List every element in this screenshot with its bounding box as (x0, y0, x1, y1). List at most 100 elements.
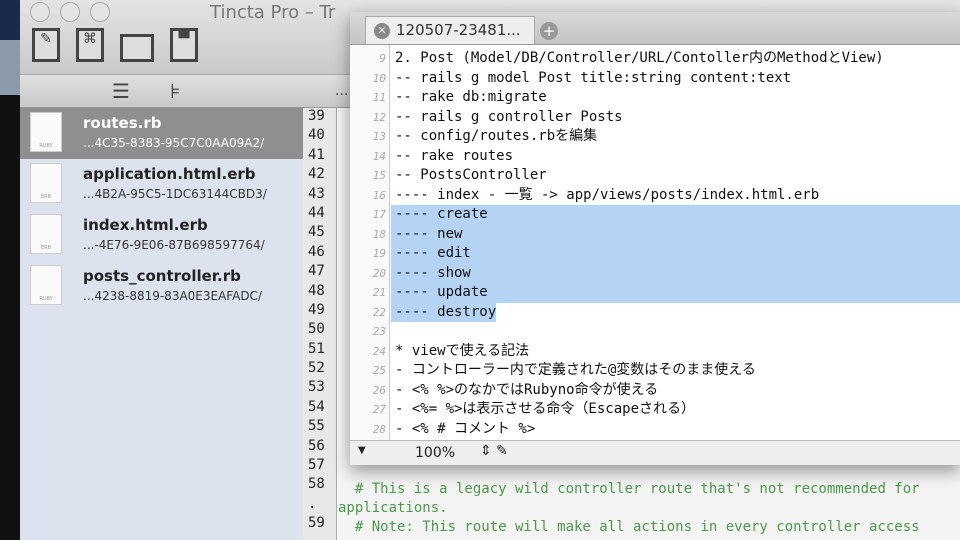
erb-file-icon: ERB (30, 163, 62, 203)
editor-line: 18 ---- new (350, 224, 960, 244)
ruby-file-icon: RUBY (30, 265, 62, 305)
line-number: 53 (308, 379, 325, 396)
editor-line: 28 - <% # コメント %> (350, 420, 960, 440)
file-item[interactable]: ERB index.html.erb ...-4E76-9E06-87B698597… (20, 210, 303, 261)
close-button[interactable] (30, 2, 50, 22)
editor-line: 10 -- rails g model Post title:string con… (350, 69, 960, 89)
line-number: 45 (308, 224, 325, 241)
background-code[interactable]: # This is a legacy wild controller route… (338, 480, 920, 537)
code-line: applications. (338, 500, 448, 516)
line-number: 24 (372, 344, 386, 358)
file-item[interactable]: RUBY posts_controller.rb ...4238-8819-83A0… (20, 261, 303, 312)
editor-line: 12 -- rails g controller Posts (350, 108, 960, 128)
text-editor[interactable]: 9 2. Post (Model/DB/Controller/URL/Contol… (350, 45, 960, 440)
background-line-gutter: 39 40 41 42 43 44 45 46 47 48 49 50 51 52 53 54 55 56 57 58… (303, 108, 337, 540)
line-text: ---- create (391, 205, 960, 225)
line-number: 54 (308, 398, 325, 415)
zoom-level[interactable]: 100% (415, 445, 455, 461)
line-number: 48 (308, 282, 325, 299)
line-number: 43 (308, 185, 325, 202)
file-list: RUBY routes.rb ...4C35-8383-95C7C0AA09A2/ … (20, 108, 303, 540)
line-number: 21 (372, 286, 386, 299)
more-indicator: ... (335, 83, 349, 99)
file-item[interactable]: ERB application.html.erb ...4B2A-95C5-1DC6… (20, 159, 303, 210)
line-text: ---- edit (391, 244, 960, 264)
line-number: 51 (308, 340, 325, 357)
open-folder-icon[interactable] (120, 34, 154, 62)
line-number: 20 (372, 266, 386, 280)
line-number: 13 (372, 130, 386, 143)
zoom-stepper-pencil-icon[interactable]: ⇕ ✎ (480, 443, 508, 459)
new-document-icon[interactable]: ✎ (32, 28, 60, 62)
line-number: 12 (372, 110, 386, 124)
line-number: 40 (308, 127, 325, 144)
line-text: - <% # コメント %> (395, 420, 536, 437)
front-editor-window: ✕ 120507-23481... + 9 2. Post (Model/DB/Co… (350, 12, 960, 465)
line-number: 27 (372, 403, 386, 416)
status-bar: ▼ 100% ⇕ ✎ (350, 440, 960, 465)
file-path: ...-4E76-9E06-87B698597764/ (83, 238, 265, 252)
line-text: 2. Post (Model/DB/Controller/URL/Contoll… (395, 50, 884, 66)
line-number: 25 (372, 364, 386, 377)
file-name: index.html.erb (83, 216, 208, 234)
editor-line: 15 -- PostsController (350, 166, 960, 186)
sidebar-header: ☰ ⊧ ... (20, 75, 350, 108)
add-tab-icon[interactable]: + (540, 22, 558, 40)
line-number: 50 (308, 321, 325, 338)
line-number: 57 (308, 457, 325, 474)
line-text: ---- index - 一覧 -> app/views/posts/index… (395, 186, 820, 203)
code-line: # This is a legacy wild controller route… (338, 481, 920, 497)
line-number: 10 (372, 71, 386, 85)
editor-line: 17 ---- create (350, 205, 960, 225)
line-text: - <% %>のなかではRubyno命令が使える (395, 381, 659, 398)
zoom-button[interactable] (90, 2, 110, 22)
editor-line: 14 -- rake routes (350, 147, 960, 167)
line-text: ---- show (391, 263, 960, 283)
new-document-cmd-icon[interactable]: ⌘ (76, 28, 104, 62)
document-tab[interactable]: ✕ 120507-23481... (365, 16, 535, 44)
close-tab-icon[interactable]: ✕ (374, 23, 390, 39)
line-number: 39 (308, 108, 325, 124)
tree-view-icon[interactable]: ⊧ (170, 79, 180, 103)
list-view-icon[interactable]: ☰ (112, 79, 130, 103)
editor-line: 19 ---- edit (350, 244, 960, 264)
line-number: 52 (308, 360, 325, 377)
dropdown-arrow-icon[interactable]: ▼ (358, 445, 366, 456)
window-title: Tincta Pro – Tr (210, 2, 336, 23)
line-number: 59 (308, 515, 325, 532)
editor-line: 16 ---- index - 一覧 -> app/views/posts/ind… (350, 186, 960, 206)
line-number: 16 (372, 188, 386, 202)
minimize-button[interactable] (60, 2, 80, 22)
save-icon[interactable]: ▀ (170, 28, 198, 62)
file-path: ...4C35-8383-95C7C0AA09A2/ (83, 136, 265, 150)
editor-line: 26 - <% %>のなかではRubyno命令が使える (350, 381, 960, 401)
line-number: . (308, 495, 317, 512)
editor-line: 22 ---- destroy (350, 302, 960, 322)
line-number: 46 (308, 243, 325, 260)
line-text: - <%= %>は表示させる命令（Escapeされる） (395, 401, 696, 417)
editor-line: 24 * viewで使える記法 (350, 342, 960, 362)
tab-bar: ✕ 120507-23481... + (350, 12, 960, 45)
editor-line: 11 -- rake db:migrate (350, 88, 960, 108)
line-text: -- PostsController (395, 167, 547, 183)
line-text: -- config/routes.rbを編集 (395, 128, 598, 144)
line-number: 56 (308, 437, 325, 454)
line-number: 23 (372, 325, 386, 338)
line-number: 49 (308, 301, 325, 318)
line-text: -- rake routes (395, 147, 514, 164)
line-number: 55 (308, 418, 325, 435)
editor-line: 20 ---- show (350, 263, 960, 283)
line-number: 44 (308, 204, 325, 221)
file-name: application.html.erb (83, 165, 256, 183)
editor-line: 25 - コントローラー内で定義された@変数はそのまま使える (350, 361, 960, 381)
line-text: -- rails g controller Posts (395, 108, 623, 125)
ruby-file-icon: RUBY (30, 112, 62, 152)
line-text: -- rails g model Post title:string conte… (395, 69, 792, 86)
line-text: - コントローラー内で定義された@変数はそのまま使える (395, 362, 756, 378)
line-number: 42 (308, 166, 325, 183)
line-text (391, 322, 395, 342)
file-path: ...4238-8819-83A0E3EAFADC/ (83, 289, 262, 303)
file-name: routes.rb (83, 114, 162, 132)
file-item[interactable]: RUBY routes.rb ...4C35-8383-95C7C0AA09A2/ (20, 108, 303, 159)
line-number: 15 (372, 169, 386, 182)
